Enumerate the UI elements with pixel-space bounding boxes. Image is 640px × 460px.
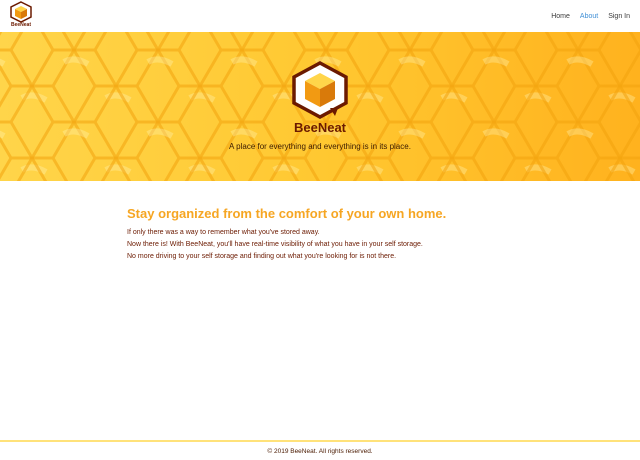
nav-link-home[interactable]: Home bbox=[551, 13, 570, 20]
hero-title: BeeNeat bbox=[293, 120, 347, 135]
hero-banner: BeeNeat A place for everything and every… bbox=[0, 32, 640, 181]
nav-link-sign-in[interactable]: Sign In bbox=[608, 13, 630, 20]
nav-links: Home About Sign In bbox=[551, 13, 630, 20]
navbar: BeeNeat Home About Sign In bbox=[0, 0, 640, 32]
hero-logo-icon bbox=[292, 61, 348, 119]
nav-link-about[interactable]: About bbox=[580, 13, 598, 20]
content-line: No more driving to your self storage and… bbox=[127, 253, 397, 260]
footer-copyright: © 2019 BeeNeat. All rights reserved. bbox=[267, 447, 373, 455]
footer: © 2019 BeeNeat. All rights reserved. bbox=[0, 440, 640, 460]
content-line: If only there was a way to remember what… bbox=[127, 229, 320, 236]
main-content: Stay organized from the comfort of your … bbox=[127, 206, 547, 263]
hero-tagline: A place for everything and everything is… bbox=[229, 142, 411, 151]
brand-label: BeeNeat bbox=[10, 22, 31, 28]
beeneat-logo-icon bbox=[10, 1, 32, 23]
brand-logo-link[interactable]: BeeNeat bbox=[6, 1, 36, 31]
content-heading: Stay organized from the comfort of your … bbox=[127, 206, 447, 221]
content-line: Now there is! With BeeNeat, you'll have … bbox=[127, 241, 423, 248]
